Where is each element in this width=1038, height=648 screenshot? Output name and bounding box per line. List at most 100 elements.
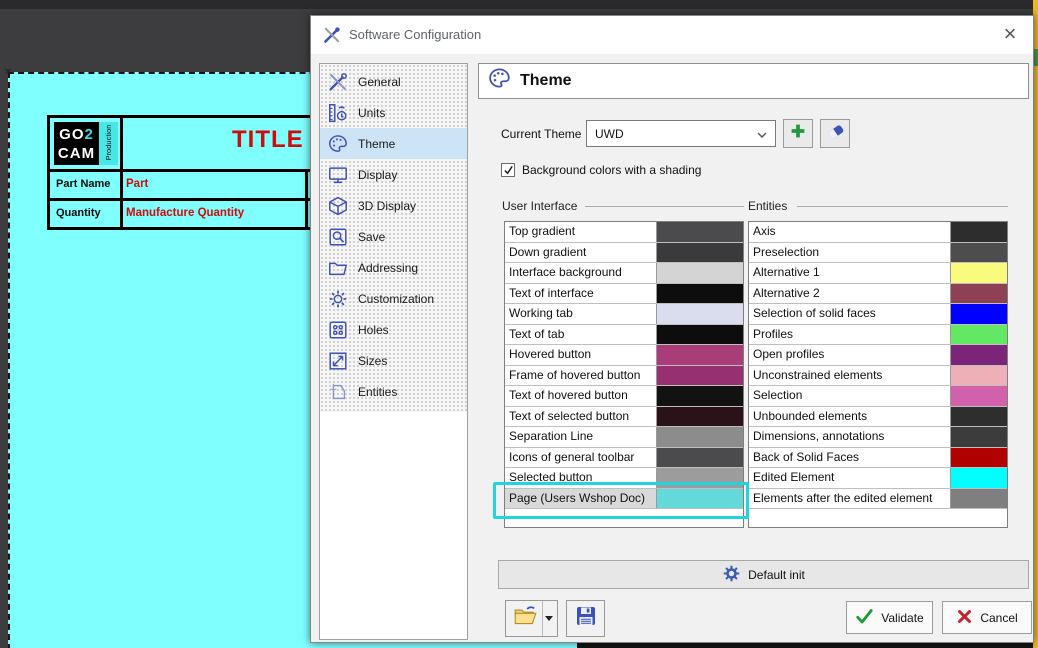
color-swatch[interactable] xyxy=(656,325,743,345)
color-row[interactable]: Open profiles xyxy=(749,345,1007,366)
color-swatch[interactable] xyxy=(950,284,1007,304)
color-swatch[interactable] xyxy=(950,366,1007,386)
validate-button[interactable]: Validate xyxy=(846,601,933,634)
sidebar-item-addressing[interactable]: Addressing xyxy=(320,252,467,283)
sidebar-items-container: General Units Theme Display 3D Display S… xyxy=(320,64,467,412)
close-icon[interactable]: × xyxy=(997,21,1023,47)
color-row[interactable]: Frame of hovered button xyxy=(505,366,743,387)
add-theme-button[interactable] xyxy=(783,119,813,148)
color-swatch[interactable] xyxy=(950,304,1007,324)
open-folder-icon xyxy=(508,603,542,634)
current-theme-select[interactable]: UWD xyxy=(586,120,776,147)
color-row-label: Top gradient xyxy=(505,222,656,242)
sidebar-item-save[interactable]: Save xyxy=(320,221,467,252)
sidebar-item-general[interactable]: General xyxy=(320,66,467,97)
sidebar-item-customization[interactable]: Customization xyxy=(320,283,467,314)
color-swatch[interactable] xyxy=(656,243,743,263)
color-row[interactable]: Elements after the edited element xyxy=(749,489,1007,510)
color-swatch[interactable] xyxy=(656,222,743,242)
color-row[interactable]: Interface background xyxy=(505,263,743,284)
color-row[interactable]: Text of interface xyxy=(505,284,743,305)
color-swatch[interactable] xyxy=(950,345,1007,365)
color-row-label: Alternative 2 xyxy=(749,284,950,304)
color-row[interactable]: Down gradient xyxy=(505,243,743,264)
color-swatch[interactable] xyxy=(950,489,1007,509)
cancel-button[interactable]: Cancel xyxy=(942,601,1032,634)
tools-icon xyxy=(322,25,342,45)
color-row[interactable]: Text of hovered button xyxy=(505,386,743,407)
color-swatch[interactable] xyxy=(656,407,743,427)
go2cam-logo: GO2 CAM xyxy=(54,122,99,165)
software-configuration-dialog: Software Configuration × General Units T… xyxy=(310,15,1034,643)
color-swatch[interactable] xyxy=(656,263,743,283)
user-interface-group-title: User Interface xyxy=(502,199,577,213)
shading-checkbox-label: Background colors with a shading xyxy=(522,163,701,177)
color-row[interactable]: Icons of general toolbar xyxy=(505,448,743,469)
sidebar-item-sizes[interactable]: Sizes xyxy=(320,345,467,376)
color-swatch[interactable] xyxy=(950,407,1007,427)
color-row-label: Unconstrained elements xyxy=(749,366,950,386)
color-row-label: Elements after the edited element xyxy=(749,489,950,509)
color-swatch[interactable] xyxy=(950,427,1007,447)
load-theme-dropdown[interactable] xyxy=(542,601,556,636)
sidebar-item-theme[interactable]: Theme xyxy=(320,128,467,159)
check-icon xyxy=(855,607,874,629)
logo-production-text: Production xyxy=(104,121,113,164)
color-swatch[interactable] xyxy=(656,284,743,304)
color-swatch[interactable] xyxy=(950,243,1007,263)
sidebar-item-display[interactable]: Display xyxy=(320,159,467,190)
color-row-label: Alternative 1 xyxy=(749,263,950,283)
color-row[interactable]: Hovered button xyxy=(505,345,743,366)
color-row-label: Hovered button xyxy=(505,345,656,365)
color-swatch[interactable] xyxy=(950,386,1007,406)
sidebar-item-entities[interactable]: Entities xyxy=(320,376,467,407)
sidebar-item-units[interactable]: Units xyxy=(320,97,467,128)
color-row[interactable]: Unbounded elements xyxy=(749,407,1007,428)
part-name-value: Part xyxy=(126,178,148,190)
color-swatch[interactable] xyxy=(656,366,743,386)
save-theme-button[interactable] xyxy=(566,600,605,637)
color-row[interactable]: Axis xyxy=(749,222,1007,243)
sidebar-item-3d-display[interactable]: 3D Display xyxy=(320,190,467,221)
color-row[interactable]: Selection of solid faces xyxy=(749,304,1007,325)
color-swatch[interactable] xyxy=(656,345,743,365)
color-row[interactable]: Dimensions, annotations xyxy=(749,427,1007,448)
color-row[interactable]: Text of selected button xyxy=(505,407,743,428)
color-row[interactable]: Preselection xyxy=(749,243,1007,264)
color-swatch[interactable] xyxy=(656,427,743,447)
title-block-divider xyxy=(305,172,308,227)
app-top-strip xyxy=(0,0,1038,9)
color-row-label: Icons of general toolbar xyxy=(505,448,656,468)
color-swatch[interactable] xyxy=(656,448,743,468)
color-row[interactable]: Working tab xyxy=(505,304,743,325)
color-swatch[interactable] xyxy=(656,386,743,406)
color-row[interactable]: Text of tab xyxy=(505,325,743,346)
color-row[interactable]: Unconstrained elements xyxy=(749,366,1007,387)
color-swatch[interactable] xyxy=(950,263,1007,283)
color-swatch[interactable] xyxy=(950,468,1007,488)
color-row[interactable]: Separation Line xyxy=(505,427,743,448)
color-row[interactable]: Selection xyxy=(749,386,1007,407)
load-theme-button[interactable] xyxy=(505,600,558,637)
color-swatch[interactable] xyxy=(950,222,1007,242)
sidebar-item-holes[interactable]: Holes xyxy=(320,314,467,345)
page-header: Theme xyxy=(478,63,1029,99)
color-row[interactable]: Alternative 2 xyxy=(749,284,1007,305)
color-swatch[interactable] xyxy=(950,325,1007,345)
color-row[interactable]: Edited Element xyxy=(749,468,1007,489)
delete-theme-button[interactable] xyxy=(820,119,850,148)
palette-icon xyxy=(325,131,351,157)
shading-checkbox-row[interactable]: Background colors with a shading xyxy=(501,163,701,177)
color-row[interactable]: Top gradient xyxy=(505,222,743,243)
color-swatch[interactable] xyxy=(656,304,743,324)
color-row-label: Profiles xyxy=(749,325,950,345)
shading-checkbox[interactable] xyxy=(501,163,515,177)
color-row[interactable]: Alternative 1 xyxy=(749,263,1007,284)
color-row[interactable]: Back of Solid Faces xyxy=(749,448,1007,469)
color-row-label: Dimensions, annotations xyxy=(749,427,950,447)
color-row-label: Axis xyxy=(749,222,950,242)
default-init-button[interactable]: Default init xyxy=(498,560,1029,589)
color-row[interactable]: Profiles xyxy=(749,325,1007,346)
color-swatch[interactable] xyxy=(950,448,1007,468)
color-row-label: Text of tab xyxy=(505,325,656,345)
